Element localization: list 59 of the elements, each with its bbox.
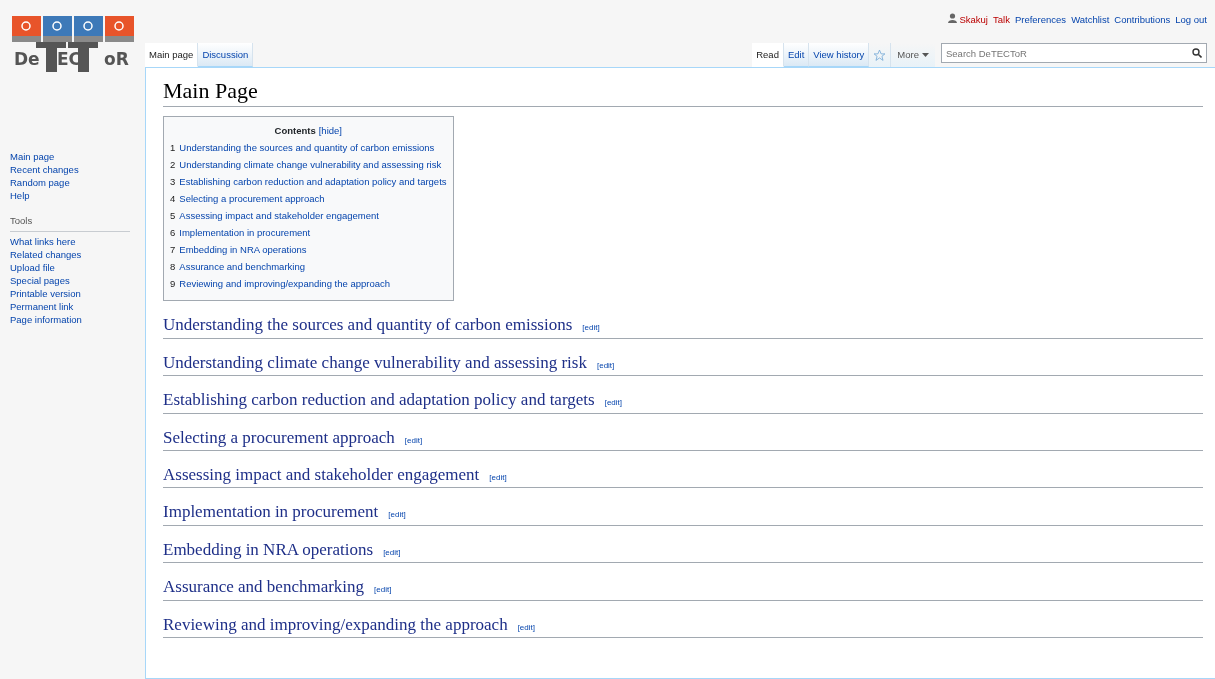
sidebar-link[interactable]: Recent changes: [10, 163, 79, 176]
sidebar-link[interactable]: Upload file: [10, 261, 55, 274]
section-heading: Assurance and benchmarking: [163, 577, 365, 598]
edit-link[interactable]: [edit]: [383, 546, 401, 559]
page-title: Main Page: [163, 78, 1203, 108]
search-icon[interactable]: [1192, 48, 1202, 58]
contents-entry[interactable]: 4 Selecting a procurement approach: [170, 190, 447, 208]
contents-entry[interactable]: 1 Understanding the sources and quantity of carbon emissions: [170, 139, 447, 157]
search-field[interactable]: Search DeTECToR: [946, 44, 1192, 62]
caret-icon: [922, 52, 929, 58]
personal-link[interactable]: Skakuj: [959, 13, 988, 28]
contents-entry[interactable]: 8 Assurance and benchmarking: [170, 258, 447, 276]
edit-link[interactable]: [edit]: [582, 322, 600, 335]
view-tab[interactable]: Read: [752, 43, 784, 67]
sidebar-link[interactable]: Permanent link: [10, 300, 74, 313]
contents-entry[interactable]: 3 Establishing carbon reduction and adaptation policy and targets: [170, 173, 447, 191]
personal-link[interactable]: Contributions: [1114, 13, 1171, 28]
section-heading: Embedding in NRA operations: [163, 539, 374, 561]
section-heading: Reviewing and improving/expanding the approach: [163, 614, 508, 635]
contents-entry[interactable]: 7 Embedding in NRA operations: [170, 241, 447, 259]
hide-link[interactable]: [hide]: [318, 122, 342, 140]
personal-link[interactable]: Preferences: [1014, 13, 1067, 28]
edit-link[interactable]: [edit]: [596, 359, 615, 372]
personal-link[interactable]: Watchlist: [1071, 13, 1110, 28]
contents-title: Contents: [274, 124, 316, 139]
view-tab[interactable]: Edit: [783, 43, 810, 67]
edit-link[interactable]: [edit]: [604, 397, 622, 410]
sidebar-link[interactable]: What links here: [10, 235, 76, 248]
sidebar-link[interactable]: Printable version: [10, 287, 81, 300]
section-heading: Selecting a procurement approach: [163, 427, 395, 448]
sidebar-link[interactable]: Related changes: [10, 248, 82, 261]
section-heading: Assessing impact and stakeholder engagement: [163, 464, 480, 486]
contents-entry[interactable]: 6 Implementation in procurement: [170, 224, 447, 242]
search-box[interactable]: Search DeTECToR: [941, 43, 1207, 63]
personal-link[interactable]: Talk: [993, 13, 1010, 28]
edit-link[interactable]: [edit]: [489, 471, 507, 484]
edit-link[interactable]: [edit]: [388, 509, 406, 522]
edit-link[interactable]: [edit]: [374, 584, 392, 597]
star-icon[interactable]: [873, 48, 887, 62]
edit-link[interactable]: [edit]: [404, 434, 423, 447]
contents-entry[interactable]: 2 Understanding climate change vulnerability and assessing risk: [170, 156, 447, 174]
edit-link[interactable]: [edit]: [517, 621, 535, 634]
sidebar-link[interactable]: Random page: [10, 176, 70, 189]
section-heading: Understanding climate change vulnerability and assessing risk: [163, 352, 587, 374]
contents-entry[interactable]: 9 Reviewing and improving/expanding the approach: [170, 275, 447, 293]
personal-link[interactable]: Log out: [1175, 13, 1207, 28]
sidebar-heading: Tools: [10, 214, 33, 227]
sidebar-link[interactable]: Main page: [10, 150, 55, 163]
sidebar-link[interactable]: Help: [10, 189, 30, 202]
view-tab[interactable]: View history: [809, 43, 870, 67]
user-icon: [948, 13, 958, 23]
sidebar-link[interactable]: Special pages: [10, 274, 70, 287]
contents-entry[interactable]: 5 Assessing impact and stakeholder engagement: [170, 207, 447, 225]
sidebar-link[interactable]: Page information: [10, 313, 82, 326]
page-tab[interactable]: Discussion: [198, 43, 254, 67]
section-heading: Implementation in procurement: [163, 502, 379, 523]
section-heading: Understanding the sources and quantity of carbon emissions: [163, 315, 573, 336]
page-tab[interactable]: Main page: [145, 43, 199, 67]
section-heading: Establishing carbon reduction and adaptation policy and targets: [163, 390, 595, 411]
